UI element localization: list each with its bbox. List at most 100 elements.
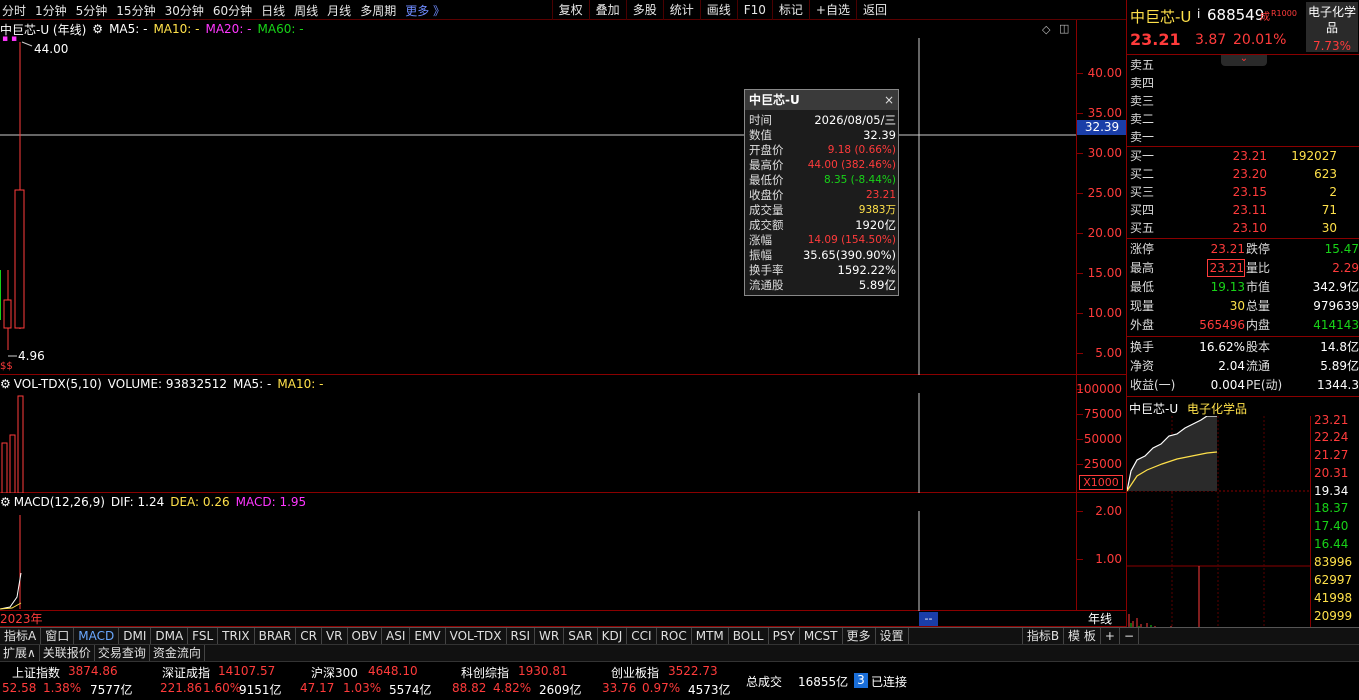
orderbook-sell-row: 卖一: [1130, 130, 1155, 144]
tab-mcst[interactable]: MCST: [800, 628, 843, 644]
mark-button[interactable]: 标记: [771, 0, 809, 20]
tab-vol-tdx[interactable]: VOL-TDX: [446, 628, 507, 644]
tab-settings[interactable]: 设置: [876, 628, 909, 644]
tab-roc[interactable]: ROC: [657, 628, 692, 644]
tooltip-row: 振幅 35.65(390.90%): [749, 248, 896, 262]
period-item[interactable]: 多周期: [360, 2, 396, 19]
tab-rsi[interactable]: RSI: [507, 628, 536, 644]
tab-related-quotes[interactable]: 关联报价: [40, 645, 95, 661]
tab-macd[interactable]: MACD: [74, 628, 120, 644]
tab-window[interactable]: 窗口: [41, 628, 75, 644]
orderbook-buy-row: 买二 23.20 623: [1130, 167, 1337, 181]
tab-asi[interactable]: ASI: [382, 628, 411, 644]
orderbook-buy-row: 买四 23.11 71: [1130, 203, 1337, 217]
draw-line-button[interactable]: 画线: [699, 0, 737, 20]
orderbook-buy-row: 买三 23.15 2: [1130, 185, 1337, 199]
volume-chart-panel[interactable]: ⚙ VOL-TDX(5,10) VOLUME: 93832512 MA5: - …: [0, 375, 1126, 493]
tab-capital-flow[interactable]: 资金流向: [150, 645, 205, 661]
price-change-pct: 20.01%: [1233, 32, 1287, 48]
multi-stock-button[interactable]: 多股: [625, 0, 663, 20]
period-item[interactable]: 分时: [2, 2, 26, 19]
price-chart-panel[interactable]: 中巨芯-U (年线) ⚙ MA5: - MA10: - MA20: - MA60…: [0, 20, 1127, 375]
expand-toggle[interactable]: 扩展∧: [0, 645, 40, 661]
tab-vr[interactable]: VR: [322, 628, 348, 644]
total-turnover-label: 总成交: [746, 675, 783, 689]
orderbook-sell-row: 卖五: [1130, 58, 1155, 72]
price-axis: 40.00 35.00 30.00 25.00 20.00 15.00 10.0…: [1076, 20, 1127, 374]
period-item[interactable]: 月线: [327, 2, 351, 19]
tab-dma[interactable]: DMA: [151, 628, 189, 644]
price-tick: 10.00: [1087, 306, 1122, 320]
cursor-price-label: 32.39: [1077, 120, 1127, 135]
price-tick: 15.00: [1087, 266, 1122, 280]
volume-tick: 100000: [1076, 382, 1122, 396]
tab-trade-query[interactable]: 交易查询: [95, 645, 150, 661]
volume-bar: [1, 442, 8, 493]
period-item[interactable]: 日线: [261, 2, 285, 19]
connection-count-badge[interactable]: 3: [854, 673, 868, 688]
back-button[interactable]: 返回: [855, 0, 893, 20]
tag-badge: 成: [1260, 12, 1270, 23]
zoom-out-button[interactable]: −: [1120, 628, 1139, 644]
close-icon[interactable]: ×: [884, 90, 894, 110]
connection-status: 已连接: [871, 675, 908, 689]
price-chart-svg: [0, 38, 1076, 375]
industry-badge[interactable]: 电子化学品 7.73%: [1306, 2, 1358, 53]
tab-obv[interactable]: OBV: [348, 628, 383, 644]
tab-template[interactable]: 模 板: [1064, 628, 1101, 644]
year-label: 2023年: [0, 612, 43, 626]
period-selector: 分时 1分钟 5分钟 15分钟 30分钟 60分钟 日线 周线 月线 多周期 更…: [0, 0, 454, 20]
orderbook-sell-row: 卖三: [1130, 94, 1155, 108]
period-item[interactable]: 30分钟: [165, 2, 204, 19]
price-tick: 40.00: [1087, 66, 1122, 80]
period-item[interactable]: 周线: [294, 2, 318, 19]
orderbook-buy-row: 买五 23.10 30: [1130, 221, 1337, 235]
info-flag[interactable]: i: [1197, 7, 1200, 21]
tab-cci[interactable]: CCI: [627, 628, 657, 644]
stat-row: 现量 30 总量 979639: [1130, 299, 1359, 313]
tab-fsl[interactable]: FSL: [188, 628, 219, 644]
tab-indicator-b[interactable]: 指标B: [1021, 628, 1065, 644]
mini-chart-name: 中巨芯-U: [1129, 402, 1179, 416]
period-item[interactable]: 5分钟: [76, 2, 108, 19]
prior-candle-body: [3, 299, 12, 329]
period-item[interactable]: 1分钟: [35, 2, 67, 19]
tab-indicator-a[interactable]: 指标A: [0, 628, 42, 644]
tab-dmi[interactable]: DMI: [119, 628, 152, 644]
mini-chart-industry[interactable]: 电子化学品: [1187, 400, 1247, 417]
fuquan-button[interactable]: 复权: [551, 0, 589, 20]
period-label: 年线: [1088, 612, 1113, 626]
price-tick: 20.00: [1087, 226, 1122, 240]
tab-sar[interactable]: SAR: [564, 628, 598, 644]
tab-emv[interactable]: EMV: [410, 628, 446, 644]
tab-kdj[interactable]: KDJ: [598, 628, 628, 644]
macd-chart-panel[interactable]: ⚙ MACD(12,26,9) DIF: 1.24 DEA: 0.26 MACD…: [0, 493, 1126, 611]
tag-badge: R1000: [1271, 9, 1297, 18]
f10-button[interactable]: F10: [736, 0, 772, 20]
tab-wr[interactable]: WR: [535, 628, 565, 644]
tab-trix[interactable]: TRIX: [218, 628, 255, 644]
macd-tick: 1.00: [1095, 552, 1122, 566]
macd-chart-svg: [0, 511, 920, 611]
sub-tabs: 扩展∧ 关联报价 交易查询 资金流向: [0, 644, 1359, 661]
period-more-button[interactable]: 更多 》: [405, 2, 445, 19]
add-watchlist-button[interactable]: +自选: [808, 0, 856, 20]
tab-psy[interactable]: PSY: [769, 628, 800, 644]
period-item[interactable]: 60分钟: [213, 2, 252, 19]
tab-boll[interactable]: BOLL: [729, 628, 769, 644]
tab-mtm[interactable]: MTM: [692, 628, 729, 644]
tab-more[interactable]: 更多: [843, 628, 876, 644]
overlay-button[interactable]: 叠加: [588, 0, 626, 20]
stock-name[interactable]: 中巨芯-U: [1130, 6, 1191, 27]
zoom-in-button[interactable]: +: [1101, 628, 1120, 644]
volume-tick: 50000: [1083, 432, 1122, 446]
period-item[interactable]: 15分钟: [116, 2, 155, 19]
tooltip-row: 数值 32.39: [749, 128, 896, 142]
tab-cr[interactable]: CR: [296, 628, 322, 644]
tab-brar[interactable]: BRAR: [255, 628, 297, 644]
stock-code: 688549: [1207, 6, 1265, 24]
statistics-button[interactable]: 统计: [662, 0, 700, 20]
tooltip-row: 最低价 8.35 (-8.44%): [749, 173, 896, 187]
stat-row: 涨停 23.21 跌停 15.47: [1130, 242, 1359, 256]
total-turnover-value: 16855亿: [798, 675, 849, 689]
